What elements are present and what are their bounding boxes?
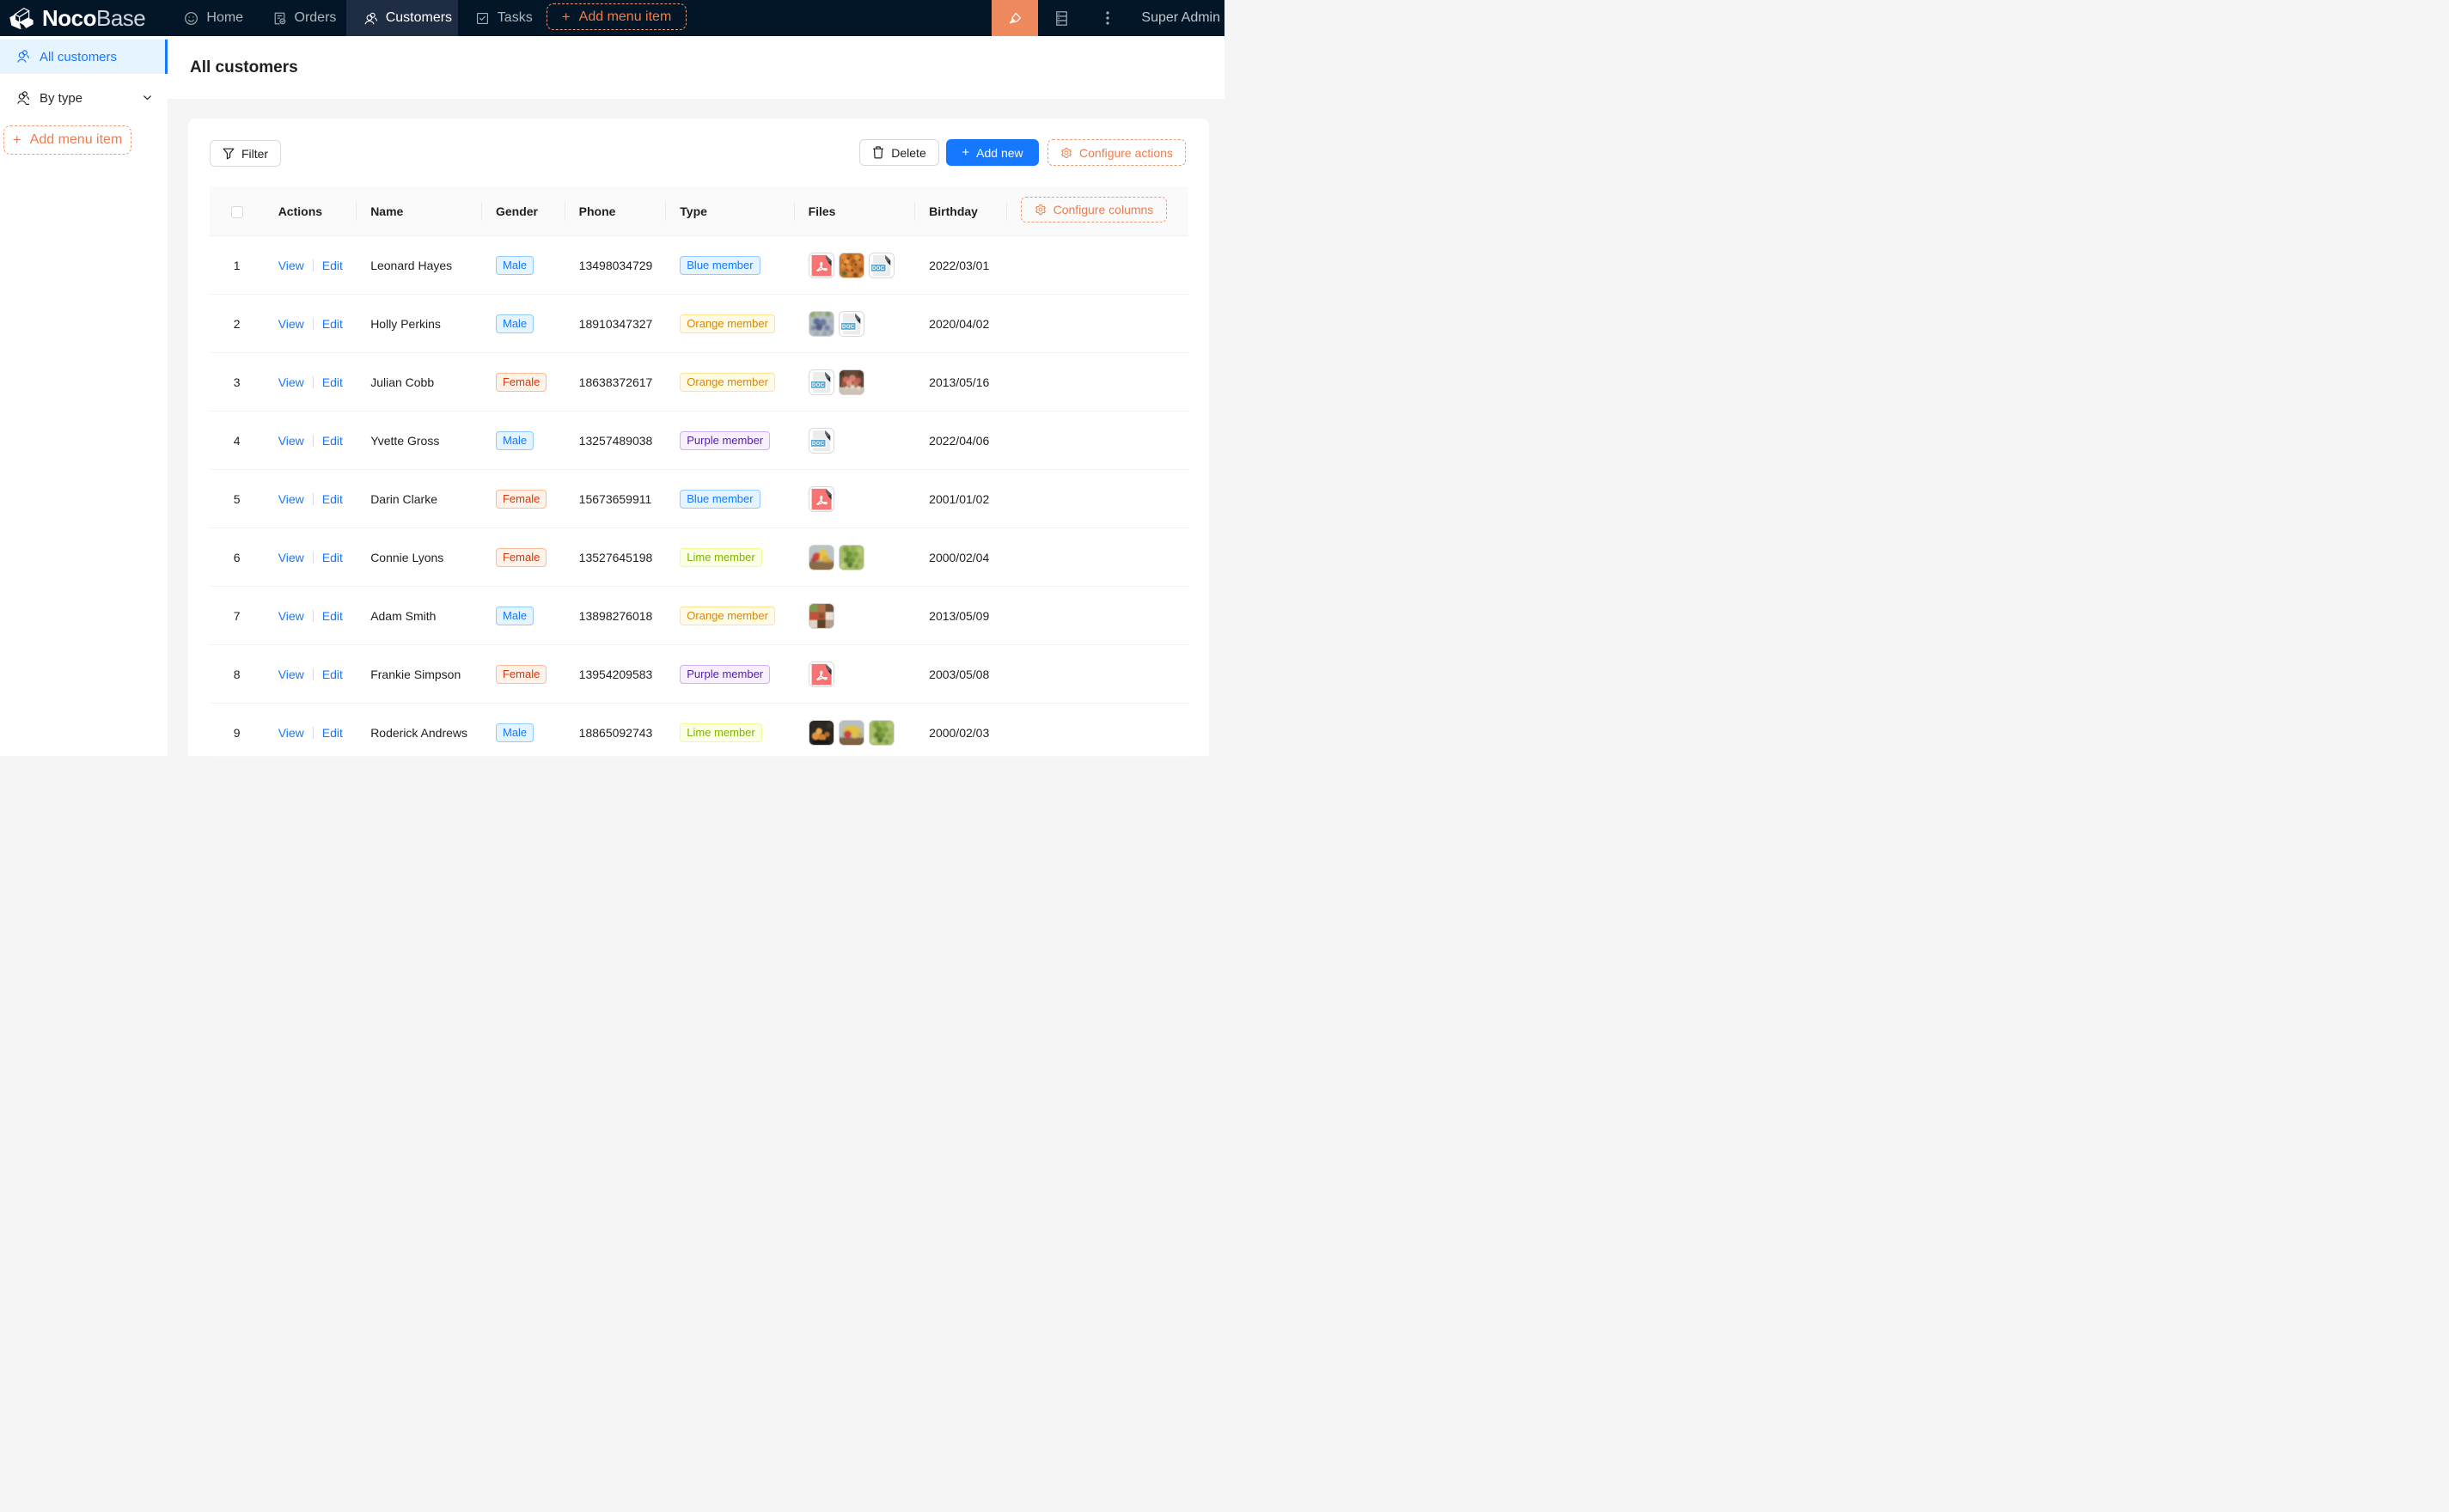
svg-text:DOC: DOC	[812, 441, 825, 447]
svg-text:DOC: DOC	[872, 265, 885, 271]
svg-text:DOC: DOC	[842, 324, 855, 330]
svg-text:DOC: DOC	[812, 382, 825, 388]
